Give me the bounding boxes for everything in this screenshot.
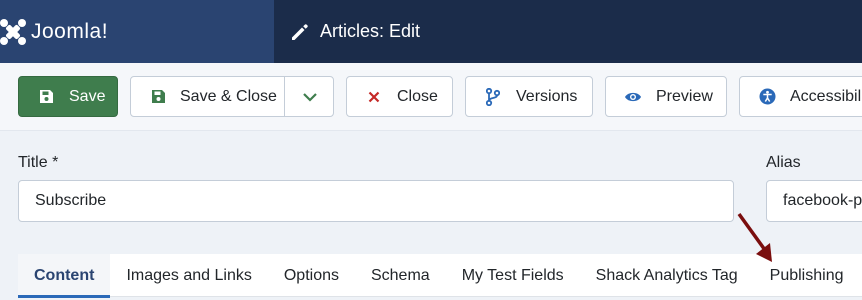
top-header: Joomla! Articles: Edit xyxy=(0,0,862,63)
tab-content[interactable]: Content xyxy=(18,254,111,298)
accessibility-button-label: Accessibili xyxy=(790,87,862,105)
title-field[interactable]: Subscribe xyxy=(18,180,734,222)
save-and-close-label: Save & Close xyxy=(180,87,277,105)
save-icon xyxy=(149,88,167,106)
title-label: Title * xyxy=(18,154,59,171)
action-toolbar: Save Save & Close Close Versions Preview… xyxy=(0,63,862,131)
close-button[interactable]: Close xyxy=(346,76,453,117)
tab-images-and-links[interactable]: Images and Links xyxy=(110,254,267,297)
preview-button-label: Preview xyxy=(656,87,713,105)
close-button-label: Close xyxy=(397,87,438,105)
code-branch-icon xyxy=(484,87,502,106)
close-icon xyxy=(365,88,383,106)
page-title: Articles: Edit xyxy=(320,21,421,41)
chevron-down-icon xyxy=(302,92,317,102)
logo-text: Joomla! xyxy=(31,19,109,43)
tab-options[interactable]: Options xyxy=(268,254,355,297)
pencil-icon xyxy=(292,23,308,40)
tab-my-test-fields[interactable]: My Test Fields xyxy=(446,254,580,297)
versions-button-label: Versions xyxy=(516,87,578,105)
save-icon xyxy=(37,88,55,106)
versions-button[interactable]: Versions xyxy=(465,76,593,117)
accessibility-check-button[interactable]: Accessibili xyxy=(739,76,862,117)
save-button[interactable]: Save xyxy=(18,76,118,117)
save-and-close-button[interactable]: Save & Close xyxy=(130,76,334,117)
preview-button[interactable]: Preview xyxy=(605,76,727,117)
joomla-logo[interactable]: Joomla! xyxy=(0,0,274,63)
universal-access-icon xyxy=(758,88,776,106)
joomla-logo-icon xyxy=(0,18,26,45)
annotation-arrow xyxy=(737,212,772,262)
page-title-area: Articles: Edit xyxy=(274,0,420,63)
tab-shack-analytics-tag[interactable]: Shack Analytics Tag xyxy=(580,254,754,297)
alias-label: Alias xyxy=(766,154,801,171)
save-button-label: Save xyxy=(69,87,106,105)
tab-schema[interactable]: Schema xyxy=(355,254,446,297)
save-options-dropdown[interactable] xyxy=(284,77,334,116)
eye-icon xyxy=(624,88,642,106)
